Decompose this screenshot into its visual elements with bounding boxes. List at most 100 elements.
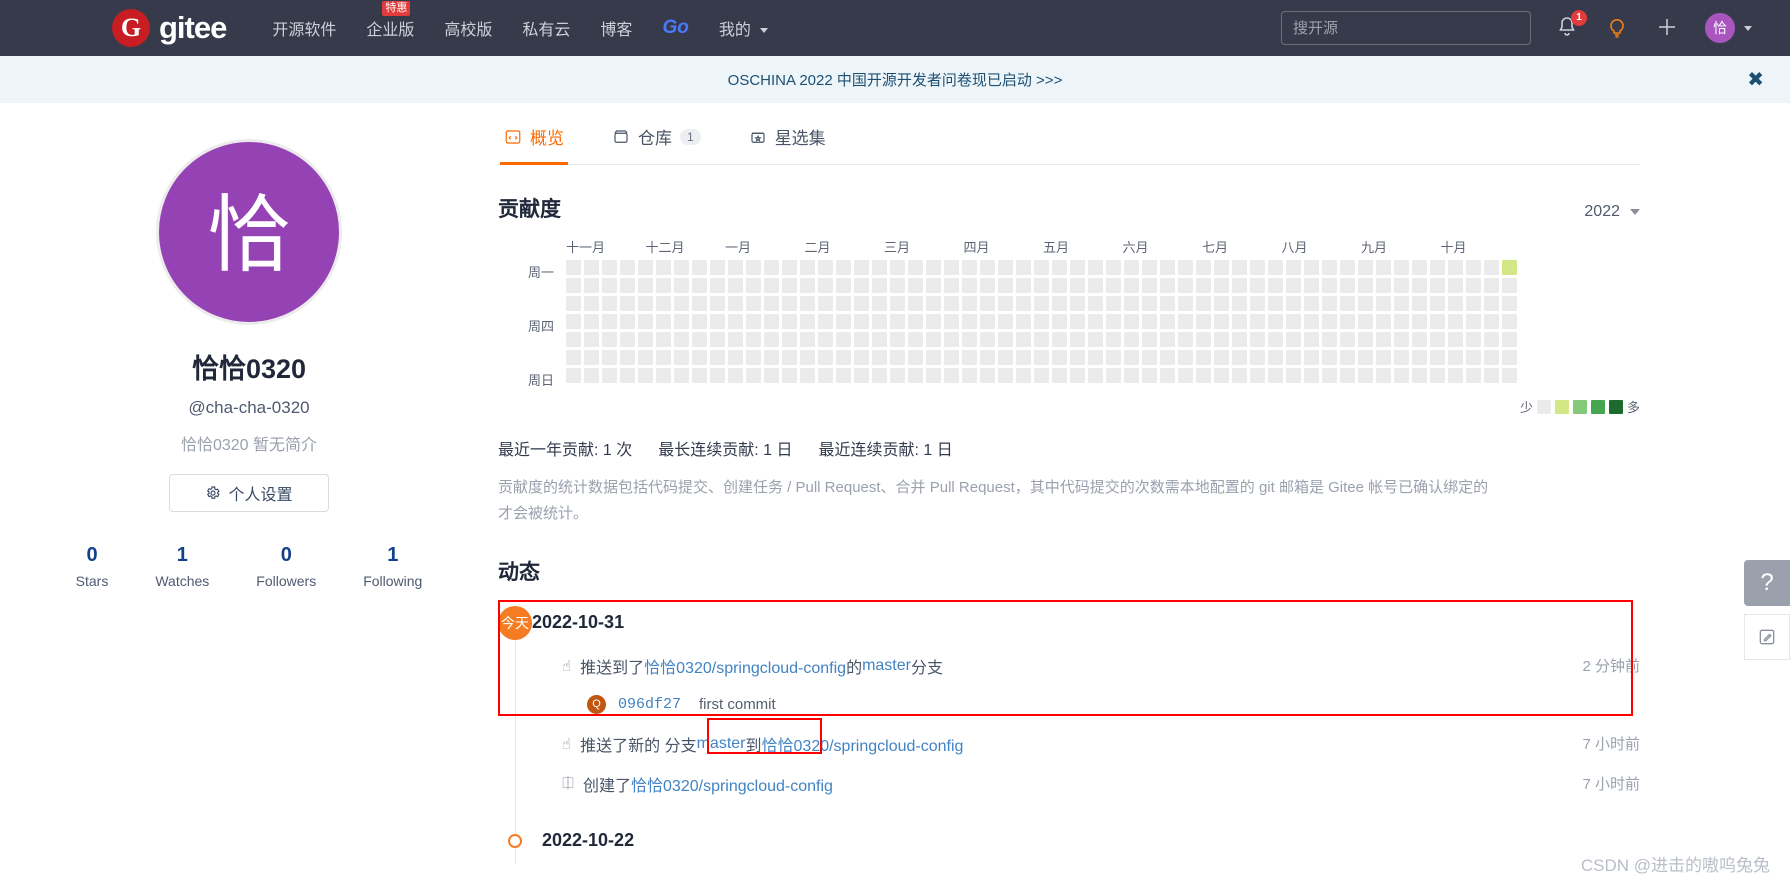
heatmap-cell[interactable] [962, 332, 977, 347]
heatmap-cell[interactable] [998, 278, 1013, 293]
heatmap-cell[interactable] [890, 332, 905, 347]
heatmap-cell[interactable] [1196, 368, 1211, 383]
heatmap-cell[interactable] [1016, 350, 1031, 365]
heatmap-cell[interactable] [818, 278, 833, 293]
heatmap-cell[interactable] [710, 350, 725, 365]
heatmap-cell[interactable] [890, 296, 905, 311]
stat-watches[interactable]: 1 Watches [155, 544, 209, 589]
heatmap-cell[interactable] [962, 260, 977, 275]
heatmap-cell[interactable] [1070, 278, 1085, 293]
heatmap-cell[interactable] [1502, 332, 1517, 347]
heatmap-cell[interactable] [1304, 278, 1319, 293]
heatmap-cell[interactable] [728, 332, 743, 347]
heatmap-cell[interactable] [998, 314, 1013, 329]
heatmap-cell[interactable] [1412, 332, 1427, 347]
heatmap-cell[interactable] [1214, 278, 1229, 293]
heatmap-cell[interactable] [926, 278, 941, 293]
heatmap-cell[interactable] [1016, 314, 1031, 329]
heatmap-cell[interactable] [620, 296, 635, 311]
heatmap-cell[interactable] [1322, 332, 1337, 347]
heatmap-cell[interactable] [1322, 296, 1337, 311]
heatmap-cell[interactable] [1232, 314, 1247, 329]
heatmap-cell[interactable] [1340, 260, 1355, 275]
heatmap-cell[interactable] [962, 296, 977, 311]
heatmap-cell[interactable] [1376, 368, 1391, 383]
heatmap-cell[interactable] [1430, 332, 1445, 347]
heatmap-cell[interactable] [1412, 314, 1427, 329]
heatmap-cell[interactable] [620, 314, 635, 329]
heatmap-cell[interactable] [692, 260, 707, 275]
heatmap-cell[interactable] [764, 314, 779, 329]
heatmap-cell[interactable] [638, 296, 653, 311]
heatmap-cell[interactable] [908, 314, 923, 329]
heatmap-cell[interactable] [1088, 332, 1103, 347]
heatmap-cell[interactable] [728, 350, 743, 365]
heatmap-cell[interactable] [1052, 278, 1067, 293]
heatmap-cell[interactable] [1448, 278, 1463, 293]
heatmap-cell[interactable] [1394, 332, 1409, 347]
heatmap-cell[interactable] [980, 368, 995, 383]
heatmap-cell[interactable] [1502, 260, 1517, 275]
heatmap-cell[interactable] [1052, 368, 1067, 383]
feedback-button[interactable] [1744, 614, 1790, 660]
heatmap-cell[interactable] [1250, 350, 1265, 365]
heatmap-cell[interactable] [872, 260, 887, 275]
heatmap-cell[interactable] [1340, 296, 1355, 311]
activity-item-repo-link[interactable]: 恰恰0320/springcloud-config [762, 732, 964, 756]
heatmap-cell[interactable] [1160, 332, 1175, 347]
heatmap-cell[interactable] [1160, 350, 1175, 365]
heatmap-cell[interactable] [998, 368, 1013, 383]
heatmap-cell[interactable] [1232, 260, 1247, 275]
heatmap-cell[interactable] [782, 278, 797, 293]
heatmap-cell[interactable] [1088, 314, 1103, 329]
nav-mine[interactable]: 我的 [719, 16, 769, 40]
heatmap-cell[interactable] [710, 314, 725, 329]
year-selector[interactable]: 2022 [1584, 203, 1640, 221]
heatmap-cell[interactable] [1286, 260, 1301, 275]
heatmap-cell[interactable] [908, 332, 923, 347]
heatmap-cell[interactable] [944, 332, 959, 347]
heatmap-cell[interactable] [1196, 332, 1211, 347]
heatmap-cell[interactable] [656, 332, 671, 347]
heatmap-cell[interactable] [1358, 314, 1373, 329]
heatmap-cell[interactable] [1016, 368, 1031, 383]
heatmap-cell[interactable] [926, 368, 941, 383]
nav-go[interactable]: Go [662, 17, 688, 39]
heatmap-cell[interactable] [1394, 260, 1409, 275]
heatmap-cell[interactable] [872, 368, 887, 383]
heatmap-cell[interactable] [746, 314, 761, 329]
heatmap-cell[interactable] [1268, 332, 1283, 347]
heatmap-cell[interactable] [1304, 314, 1319, 329]
heatmap-cell[interactable] [818, 332, 833, 347]
heatmap-cell[interactable] [980, 350, 995, 365]
heatmap-cell[interactable] [1250, 278, 1265, 293]
heatmap-cell[interactable] [1232, 296, 1247, 311]
heatmap-cell[interactable] [1232, 368, 1247, 383]
heatmap-cell[interactable] [638, 332, 653, 347]
heatmap-cell[interactable] [1214, 332, 1229, 347]
heatmap-cell[interactable] [1394, 350, 1409, 365]
heatmap-cell[interactable] [1358, 260, 1373, 275]
heatmap-cell[interactable] [638, 260, 653, 275]
heatmap-cell[interactable] [1250, 260, 1265, 275]
heatmap-cell[interactable] [1376, 260, 1391, 275]
heatmap-cell[interactable] [620, 368, 635, 383]
heatmap-cell[interactable] [710, 296, 725, 311]
heatmap-cell[interactable] [602, 368, 617, 383]
heatmap-cell[interactable] [584, 314, 599, 329]
heatmap-cell[interactable] [1268, 368, 1283, 383]
heatmap-cell[interactable] [656, 368, 671, 383]
heatmap-cell[interactable] [1070, 314, 1085, 329]
heatmap-cell[interactable] [1322, 278, 1337, 293]
heatmap-cell[interactable] [1502, 350, 1517, 365]
heatmap-cell[interactable] [566, 350, 581, 365]
heatmap-cell[interactable] [1214, 350, 1229, 365]
heatmap-cell[interactable] [1142, 296, 1157, 311]
heatmap-cell[interactable] [566, 260, 581, 275]
heatmap-cell[interactable] [710, 368, 725, 383]
heatmap-cell[interactable] [890, 368, 905, 383]
heatmap-cell[interactable] [656, 296, 671, 311]
heatmap-cell[interactable] [1214, 368, 1229, 383]
heatmap-cell[interactable] [584, 350, 599, 365]
heatmap-cell[interactable] [566, 368, 581, 383]
